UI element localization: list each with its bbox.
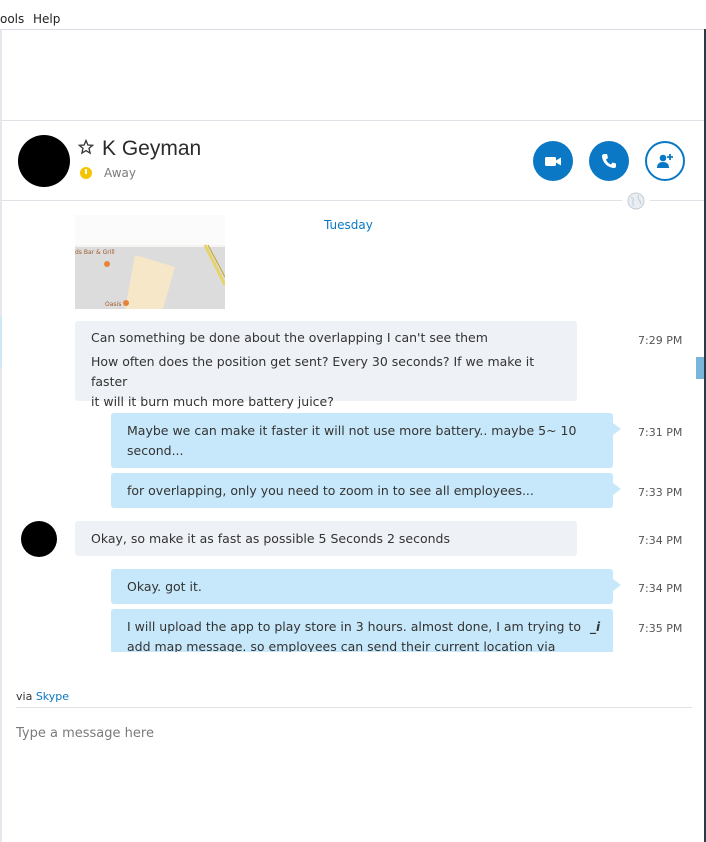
map-image — [75, 215, 225, 309]
map-label-bar: ds Bar & Grill — [75, 249, 115, 256]
header-divider-right — [650, 200, 704, 201]
menu-help[interactable]: Help — [33, 12, 60, 26]
composer-divider — [16, 707, 692, 708]
message-timestamp: 7:29 PM — [638, 334, 683, 347]
bubble-tail — [613, 579, 621, 591]
message-timestamp: 7:34 PM — [638, 582, 683, 595]
skype-link[interactable]: Skype — [36, 690, 69, 703]
menu-tools[interactable]: ools — [0, 12, 24, 26]
video-camera-icon — [545, 157, 561, 166]
via-prefix: via — [16, 690, 33, 703]
day-separator: Tuesday — [324, 218, 373, 232]
message-text: it will it burn much more battery juice? — [91, 394, 334, 409]
left-panel-tab — [0, 317, 2, 367]
away-status-icon — [80, 167, 92, 179]
bubble-tail — [613, 483, 621, 495]
map-label-oasis: Oasis — [105, 301, 122, 308]
add-person-icon — [657, 154, 673, 168]
conversation-header: K Geyman Away — [2, 121, 704, 201]
via-skype-label: via Skype — [16, 690, 69, 703]
message-timestamp: 7:31 PM — [638, 426, 683, 439]
message-outgoing[interactable]: Okay. got it. — [111, 569, 621, 604]
message-text: Okay. got it. — [127, 579, 202, 594]
typing-indicator-icon: _i — [590, 620, 601, 634]
message-text: add map message. so employees can send t… — [127, 639, 556, 652]
message-text: Can something be done about the overlapp… — [91, 330, 488, 345]
message-text: Maybe we can make it faster it will not … — [127, 423, 577, 438]
bubble-tail — [613, 423, 621, 435]
message-timestamp: 7:34 PM — [638, 534, 683, 547]
message-outgoing[interactable]: for overlapping, only you need to zoom i… — [111, 473, 621, 508]
video-call-button[interactable] — [533, 141, 573, 181]
top-panel — [2, 30, 704, 121]
message-incoming[interactable]: Okay, so make it as fast as possible 5 S… — [75, 521, 577, 556]
message-text: for overlapping, only you need to zoom i… — [127, 483, 534, 498]
star-outline-icon[interactable] — [78, 139, 94, 155]
message-text: Okay, so make it as fast as possible 5 S… — [91, 531, 450, 546]
contact-status: Away — [104, 166, 136, 180]
map-thumbnail[interactable]: ds Bar & Grill Oasis — [75, 215, 225, 309]
contact-name[interactable]: K Geyman — [102, 137, 201, 161]
message-incoming[interactable]: Can something be done about the overlapp… — [75, 321, 577, 409]
sender-avatar[interactable] — [21, 521, 57, 557]
message-timestamp: 7:35 PM — [638, 622, 683, 635]
contact-avatar[interactable] — [18, 135, 70, 187]
message-outgoing[interactable]: Maybe we can make it faster it will not … — [111, 413, 621, 468]
menu-bar: ools Help — [0, 0, 706, 30]
scrollbar-thumb[interactable] — [696, 357, 704, 379]
message-timestamp: 7:33 PM — [638, 486, 683, 499]
globe-icon[interactable] — [627, 192, 645, 210]
phone-icon — [602, 154, 616, 168]
message-text: I will upload the app to play store in 3… — [127, 619, 581, 634]
header-divider — [2, 200, 622, 201]
audio-call-button[interactable] — [589, 141, 629, 181]
message-input[interactable]: Type a message here — [16, 726, 154, 741]
message-outgoing[interactable]: I will upload the app to play store in 3… — [111, 609, 613, 652]
message-text: How often does the position get sent? Ev… — [91, 354, 535, 389]
message-text: second... — [127, 443, 184, 458]
add-people-button[interactable] — [645, 141, 685, 181]
